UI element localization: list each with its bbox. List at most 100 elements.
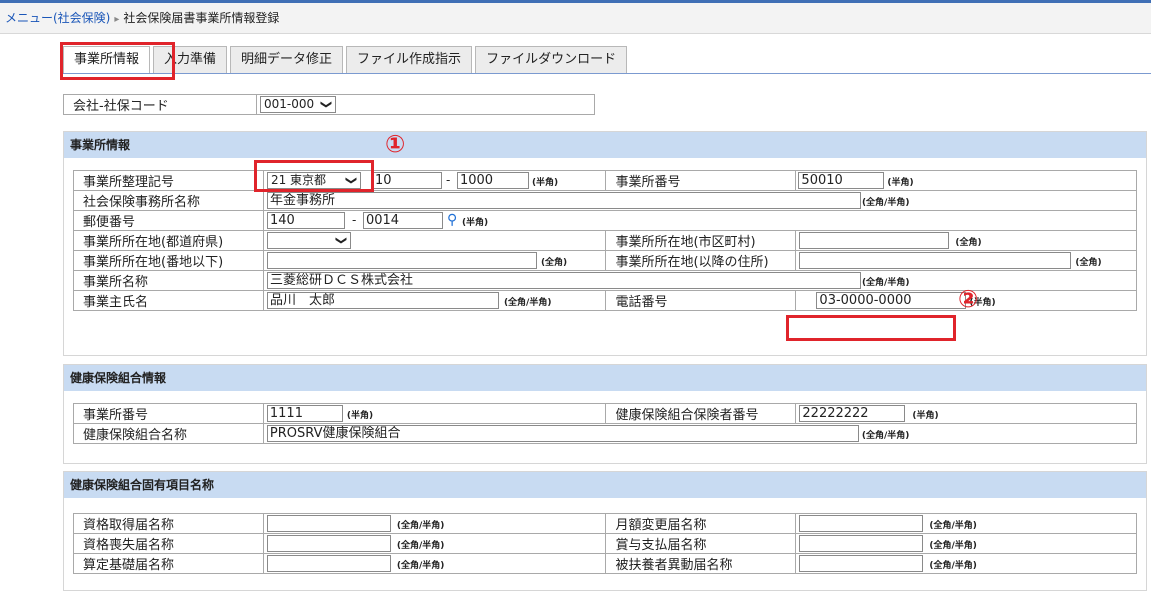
chevron-down-icon: ❯ — [334, 235, 348, 246]
koyu-shutoku-input[interactable] — [266, 515, 391, 532]
koyu-shutoku-label: 資格取得届名称 — [73, 513, 264, 534]
office-pref-label: 事業所所在地(都道府県) — [73, 230, 264, 251]
koyu-soshitsu-label: 資格喪失届名称 — [73, 533, 264, 554]
search-icon[interactable]: ⚲ — [447, 212, 457, 228]
kenpo-hokensha-label: 健康保険組合保険者番号 — [605, 403, 797, 424]
office-bango-input[interactable]: 50010 — [798, 172, 885, 189]
office-ikou-label: 事業所所在地(以降の住所) — [605, 250, 797, 271]
kenpo-title: 健康保険組合情報 — [64, 365, 1146, 391]
office-jimusho-hint: (全角/半角) — [861, 198, 910, 208]
koyu-table: 資格取得届名称 (全角/半角) 月額変更届名称 (全角/半角) 資格喪失届名称 … — [73, 513, 1137, 574]
office-ikou-cell: (全角) — [795, 250, 1137, 271]
office-owner-cell: 品川 太郎 (全角/半角) — [262, 290, 607, 311]
kenpo-bango-input[interactable]: 1111 — [266, 405, 343, 422]
office-banchi-input[interactable] — [266, 252, 537, 269]
koyu-santei-input[interactable] — [266, 555, 391, 572]
office-jimusho-label: 社会保険事務所名称 — [73, 190, 264, 211]
office-banchi-cell: (全角) — [262, 250, 607, 271]
koyu-fuyou-label: 被扶養者異動届名称 — [605, 553, 797, 574]
koyu-soshitsu-cell: (全角/半角) — [262, 533, 607, 554]
office-name-label: 事業所名称 — [73, 270, 264, 291]
koyu-row: 資格取得届名称 (全角/半角) 月額変更届名称 (全角/半角) — [73, 513, 1137, 534]
company-code-label: 会社-社保コード — [63, 94, 257, 115]
kenpo-bango-hint: (半角) — [346, 411, 374, 421]
koyu-santei-label: 算定基礎届名称 — [73, 553, 264, 574]
kenpo-bango-label: 事業所番号 — [73, 403, 264, 424]
office-seiri-code2-input[interactable]: 1000 — [456, 172, 529, 189]
office-city-cell: (全角) — [795, 230, 1137, 251]
office-city-hint: (全角) — [955, 238, 982, 248]
koyu-shoyo-label: 賞与支払届名称 — [605, 533, 797, 554]
kenpo-name-hint: (全角/半角) — [861, 431, 910, 441]
office-seiri-dash: - — [445, 173, 451, 187]
office-bango-hint: (半角) — [887, 178, 914, 188]
office-owner-hint: (全角/半角) — [503, 298, 552, 308]
breadcrumb-separator-icon: ▸ — [114, 14, 120, 25]
koyu-shoyo-hint: (全角/半角) — [929, 541, 977, 551]
kenpo-hokensha-input[interactable]: 22222222 — [799, 405, 906, 422]
office-yubin1-input[interactable]: 140 — [266, 212, 345, 229]
tab-underline — [63, 73, 1151, 74]
koyu-getsugaku-cell: (全角/半角) — [795, 513, 1137, 534]
koyu-santei-cell: (全角/半角) — [262, 553, 607, 574]
koyu-row: 資格喪失届名称 (全角/半角) 賞与支払届名称 (全角/半角) — [73, 533, 1137, 554]
koyu-soshitsu-input[interactable] — [266, 535, 391, 552]
office-yubin-dash: - — [351, 213, 357, 227]
koyu-shoyo-input[interactable] — [799, 535, 924, 552]
breadcrumb-current: 社会保険届書事業所情報登録 — [123, 11, 280, 25]
koyu-shutoku-hint: (全角/半角) — [396, 521, 445, 531]
highlight-box-seiri — [254, 160, 374, 192]
koyu-getsugaku-input[interactable] — [799, 515, 924, 532]
office-owner-input[interactable]: 品川 太郎 — [266, 292, 499, 309]
office-name-hint: (全角/半角) — [861, 278, 910, 288]
office-tel-input[interactable]: 03-0000-0000 — [816, 292, 967, 309]
office-seiri-label: 事業所整理記号 — [73, 170, 264, 191]
koyu-fuyou-input[interactable] — [799, 555, 924, 572]
company-code-cell: 001-000 ❯ — [256, 94, 595, 115]
koyu-getsugaku-hint: (全角/半角) — [929, 521, 977, 531]
kenpo-hokensha-cell: 22222222 (半角) — [795, 403, 1137, 424]
office-banchi-label: 事業所所在地(番地以下) — [73, 250, 264, 271]
office-city-label: 事業所所在地(市区町村) — [605, 230, 797, 251]
office-jimusho-cell: 年金事務所 (全角/半角) — [262, 190, 1138, 211]
kenpo-name-input[interactable]: PROSRV健康保険組合 — [266, 425, 859, 442]
office-jimusho-input[interactable]: 年金事務所 — [266, 192, 861, 209]
callout-two: ② — [958, 285, 979, 313]
callout-one: ① — [385, 130, 406, 158]
koyu-shoyo-cell: (全角/半角) — [795, 533, 1137, 554]
office-yubin2-input[interactable]: 0014 — [362, 212, 443, 229]
office-pref-cell: ❯ — [262, 230, 607, 251]
koyu-santei-hint: (全角/半角) — [396, 561, 445, 571]
koyu-title: 健康保険組合固有項目名称 — [64, 472, 1146, 498]
office-owner-label: 事業主氏名 — [73, 290, 264, 311]
tab-file-create[interactable]: ファイル作成指示 — [346, 46, 473, 74]
koyu-row: 算定基礎届名称 (全角/半角) 被扶養者異動届名称 (全角/半角) — [73, 553, 1137, 574]
kenpo-table: 事業所番号 1111 (半角) 健康保険組合保険者番号 22222222 (半角… — [73, 403, 1138, 444]
office-bango-cell: 50010 (半角) — [795, 170, 1137, 191]
chevron-down-icon: ❯ — [319, 99, 333, 110]
highlight-box-tab — [60, 42, 175, 80]
office-banchi-hint: (全角) — [540, 258, 568, 268]
office-tel-label: 電話番号 — [605, 290, 797, 311]
office-yubin-label: 郵便番号 — [73, 210, 264, 231]
company-code-select[interactable]: 001-000 ❯ — [260, 96, 336, 113]
koyu-fuyou-hint: (全角/半角) — [929, 561, 977, 571]
breadcrumb: メニュー(社会保険) ▸ 社会保険届書事業所情報登録 — [0, 3, 1151, 34]
kenpo-bango-cell: 1111 (半角) — [262, 403, 607, 424]
breadcrumb-menu-link[interactable]: メニュー(社会保険) — [5, 11, 110, 25]
company-code-table: 会社-社保コード 001-000 ❯ — [63, 94, 595, 115]
koyu-getsugaku-label: 月額変更届名称 — [605, 513, 797, 534]
office-name-cell: 三菱総研ＤＣＳ株式会社 (全角/半角) — [262, 270, 1138, 291]
office-pref-select[interactable]: ❯ — [266, 232, 351, 249]
office-name-input[interactable]: 三菱総研ＤＣＳ株式会社 — [266, 272, 861, 289]
highlight-box-tel — [786, 315, 956, 341]
koyu-soshitsu-hint: (全角/半角) — [396, 541, 445, 551]
tab-detail-edit[interactable]: 明細データ修正 — [230, 46, 344, 74]
company-code-value: 001-000 — [264, 97, 315, 111]
kenpo-name-cell: PROSRV健康保険組合 (全角/半角) — [262, 423, 1138, 444]
office-city-input[interactable] — [799, 232, 950, 249]
office-ikou-input[interactable] — [799, 252, 1072, 269]
office-info-title: 事業所情報 — [64, 132, 1146, 158]
office-seiri-code1-input[interactable]: 10 — [371, 172, 442, 189]
tab-file-download[interactable]: ファイルダウンロード — [475, 46, 628, 74]
